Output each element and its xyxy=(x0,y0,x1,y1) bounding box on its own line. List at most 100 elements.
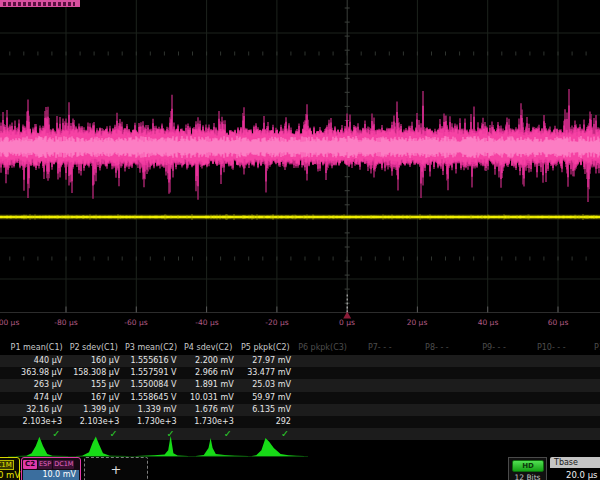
measure-cell: 155 µV xyxy=(65,379,122,391)
time-axis-label: 40 µs xyxy=(478,318,499,327)
check-icon xyxy=(408,428,465,440)
measure-cell xyxy=(580,416,600,428)
measure-cell: 25.03 mV xyxy=(237,379,294,391)
measure-cell: 440 µV xyxy=(8,355,65,367)
measure-cell: 158.308 µV xyxy=(65,367,122,379)
c1-coupling-tag: DC1M xyxy=(0,460,14,470)
measure-cell xyxy=(408,392,465,404)
trace-label-text xyxy=(3,2,75,6)
histicon-p5[interactable] xyxy=(252,434,304,458)
c1-scale-label: 0 mV xyxy=(0,470,20,480)
measure-cell: 1.676 mV xyxy=(180,404,237,416)
time-axis-label: -60 µs xyxy=(124,318,147,327)
c2-coupling-tag: DC1M xyxy=(53,460,74,469)
histicon-p3[interactable] xyxy=(136,434,188,458)
time-axis-label: -20 µs xyxy=(265,318,288,327)
hd-mode-module: HD 12 Bits xyxy=(508,457,547,480)
measure-cell xyxy=(523,392,580,404)
check-icon xyxy=(523,428,580,440)
timebase-descriptor[interactable]: Tbase 20.0 µs xyxy=(550,457,600,480)
measure-header[interactable]: P4 sdev(C2) xyxy=(180,342,237,354)
timebase-title: Tbase xyxy=(550,457,600,468)
measure-cell xyxy=(351,379,408,391)
timebase-value: 20.0 µs xyxy=(550,470,600,480)
measure-cell: 1.891 mV xyxy=(180,379,237,391)
measure-cell xyxy=(351,404,408,416)
oscilloscope-screen: 00 µs-80 µs-60 µs-40 µs-20 µs0 µs20 µs40… xyxy=(0,0,600,480)
measure-header[interactable]: P11- - - xyxy=(580,342,600,354)
measure-cell xyxy=(408,379,465,391)
measure-row: 474 µV167 µV1.558645 V10.031 mV59.97 mV xyxy=(0,392,600,404)
measure-header[interactable]: P3 mean(C2) xyxy=(122,342,179,354)
measure-cell xyxy=(523,367,580,379)
trace-label-partial xyxy=(0,0,80,7)
measure-cell: 1.730e+3 xyxy=(122,416,179,428)
measure-cell xyxy=(466,379,523,391)
measure-cell xyxy=(408,404,465,416)
time-axis-label: -40 µs xyxy=(195,318,218,327)
measure-cell: 1.557591 V xyxy=(122,367,179,379)
channel-c1-descriptor[interactable]: DC1M 0 mV xyxy=(0,457,20,480)
measure-cell xyxy=(523,379,580,391)
time-axis-label: 0 µs xyxy=(339,318,355,327)
measure-cell xyxy=(408,416,465,428)
channel-c2-descriptor[interactable]: C2 ESP DC1M 10.0 mV xyxy=(21,457,81,480)
measure-cell: 2.200 mV xyxy=(180,355,237,367)
add-trace-button[interactable]: + xyxy=(84,457,148,480)
measure-cell: 263 µV xyxy=(8,379,65,391)
measure-cell xyxy=(523,404,580,416)
time-axis-label: 20 µs xyxy=(407,318,428,327)
measure-header[interactable]: P1 mean(C1) xyxy=(8,342,65,354)
measure-header[interactable]: P5 pkpk(C2) xyxy=(237,342,294,354)
measure-cell: 1.550084 V xyxy=(122,379,179,391)
measure-cell: 1.558645 V xyxy=(122,392,179,404)
measure-cell xyxy=(294,379,351,391)
histicon-p2[interactable] xyxy=(76,434,128,458)
measure-cell: 363.98 µV xyxy=(8,367,65,379)
measure-row: 32.16 µV1.399 µV1.339 mV1.676 mV6.135 mV xyxy=(0,404,600,416)
measure-cell: 474 µV xyxy=(8,392,65,404)
check-icon xyxy=(466,428,523,440)
measure-cell xyxy=(351,355,408,367)
histicon-p4[interactable] xyxy=(196,434,248,458)
measure-cell: 2.966 mV xyxy=(180,367,237,379)
histogram-shape xyxy=(16,437,68,456)
measure-header[interactable]: P2 sdev(C1) xyxy=(65,342,122,354)
histicon-p1[interactable] xyxy=(16,434,68,458)
measure-cell xyxy=(523,355,580,367)
measure-header-row: P1 mean(C1)P2 sdev(C1)P3 mean(C2)P4 sdev… xyxy=(0,342,600,354)
time-axis-label: 60 µs xyxy=(548,318,569,327)
c2-esp-tag: ESP xyxy=(38,460,52,469)
c2-name-tag: C2 xyxy=(23,460,37,469)
measure-cell: 2.103e+3 xyxy=(65,416,122,428)
measure-cell: 2.103e+3 xyxy=(8,416,65,428)
measure-cell xyxy=(294,416,351,428)
histogram-shape xyxy=(76,437,128,457)
measure-header[interactable]: P10- - - xyxy=(523,342,580,354)
measure-cell: 59.97 mV xyxy=(237,392,294,404)
measure-row: 440 µV160 µV1.555616 V2.200 mV27.97 mV xyxy=(0,355,600,367)
measure-cell xyxy=(408,367,465,379)
bottom-bar: DC1M 0 mV C2 ESP DC1M 10.0 mV + HD 12 Bi… xyxy=(0,456,600,480)
measure-cell xyxy=(580,404,600,416)
measure-cell xyxy=(466,367,523,379)
measure-header[interactable]: P7- - - xyxy=(351,342,408,354)
measure-cell xyxy=(351,416,408,428)
measure-header[interactable]: P6 pkpk(C3) xyxy=(294,342,351,354)
measure-cell xyxy=(466,392,523,404)
check-icon xyxy=(580,428,600,440)
measure-cell xyxy=(580,379,600,391)
measure-cell xyxy=(351,392,408,404)
measure-header[interactable]: P9- - - xyxy=(466,342,523,354)
plus-icon: + xyxy=(111,462,122,477)
measure-cell xyxy=(294,355,351,367)
hd-button[interactable]: HD xyxy=(512,460,544,472)
measure-cell: 33.477 mV xyxy=(237,367,294,379)
measure-row: 2.103e+32.103e+31.730e+31.730e+3292 xyxy=(0,416,600,428)
histogram-shape xyxy=(196,438,248,456)
measurement-table: P1 mean(C1)P2 sdev(C1)P3 mean(C2)P4 sdev… xyxy=(0,342,600,446)
measure-header[interactable]: P8- - - xyxy=(408,342,465,354)
histogram-shape xyxy=(136,436,188,456)
time-axis-labels: 00 µs-80 µs-60 µs-40 µs-20 µs0 µs20 µs40… xyxy=(0,318,600,330)
measure-cell: 1.730e+3 xyxy=(180,416,237,428)
